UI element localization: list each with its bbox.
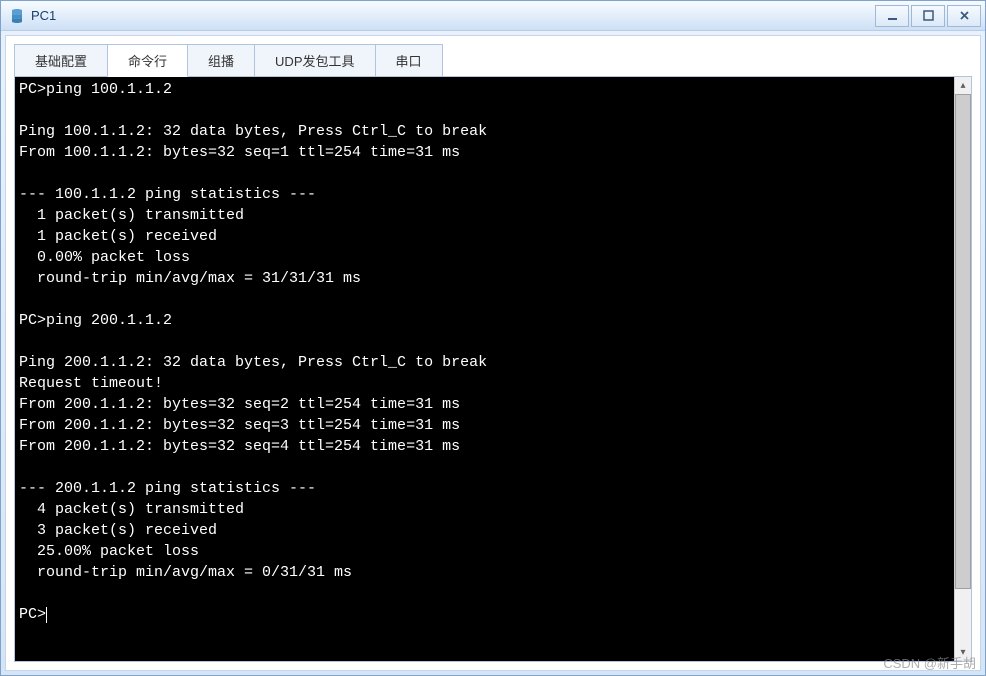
scrollbar[interactable]: ▴ ▾ <box>954 77 971 661</box>
close-button[interactable] <box>947 5 981 27</box>
tab-multicast[interactable]: 组播 <box>187 44 255 76</box>
window-title: PC1 <box>31 8 873 23</box>
window-controls <box>873 5 981 27</box>
tab-basic-config[interactable]: 基础配置 <box>14 44 108 76</box>
tab-command-line[interactable]: 命令行 <box>107 44 188 77</box>
tab-serial[interactable]: 串口 <box>375 44 443 76</box>
terminal[interactable]: PC>ping 100.1.1.2 Ping 100.1.1.2: 32 dat… <box>15 77 954 661</box>
maximize-button[interactable] <box>911 5 945 27</box>
app-icon <box>9 8 25 24</box>
titlebar: PC1 <box>1 1 985 31</box>
scrollbar-down-arrow[interactable]: ▾ <box>955 644 971 661</box>
scrollbar-thumb[interactable] <box>955 94 971 589</box>
minimize-button[interactable] <box>875 5 909 27</box>
scrollbar-track[interactable] <box>955 94 971 644</box>
terminal-wrapper: PC>ping 100.1.1.2 Ping 100.1.1.2: 32 dat… <box>14 77 972 662</box>
content-area: 基础配置 命令行 组播 UDP发包工具 串口 PC>ping 100.1.1.2… <box>5 35 981 671</box>
app-window: PC1 基础配置 命令行 组播 UDP发包工具 串口 PC>ping 100.1… <box>0 0 986 676</box>
tab-udp-tool[interactable]: UDP发包工具 <box>254 44 375 76</box>
tab-bar: 基础配置 命令行 组播 UDP发包工具 串口 <box>14 44 972 77</box>
scrollbar-up-arrow[interactable]: ▴ <box>955 77 971 94</box>
